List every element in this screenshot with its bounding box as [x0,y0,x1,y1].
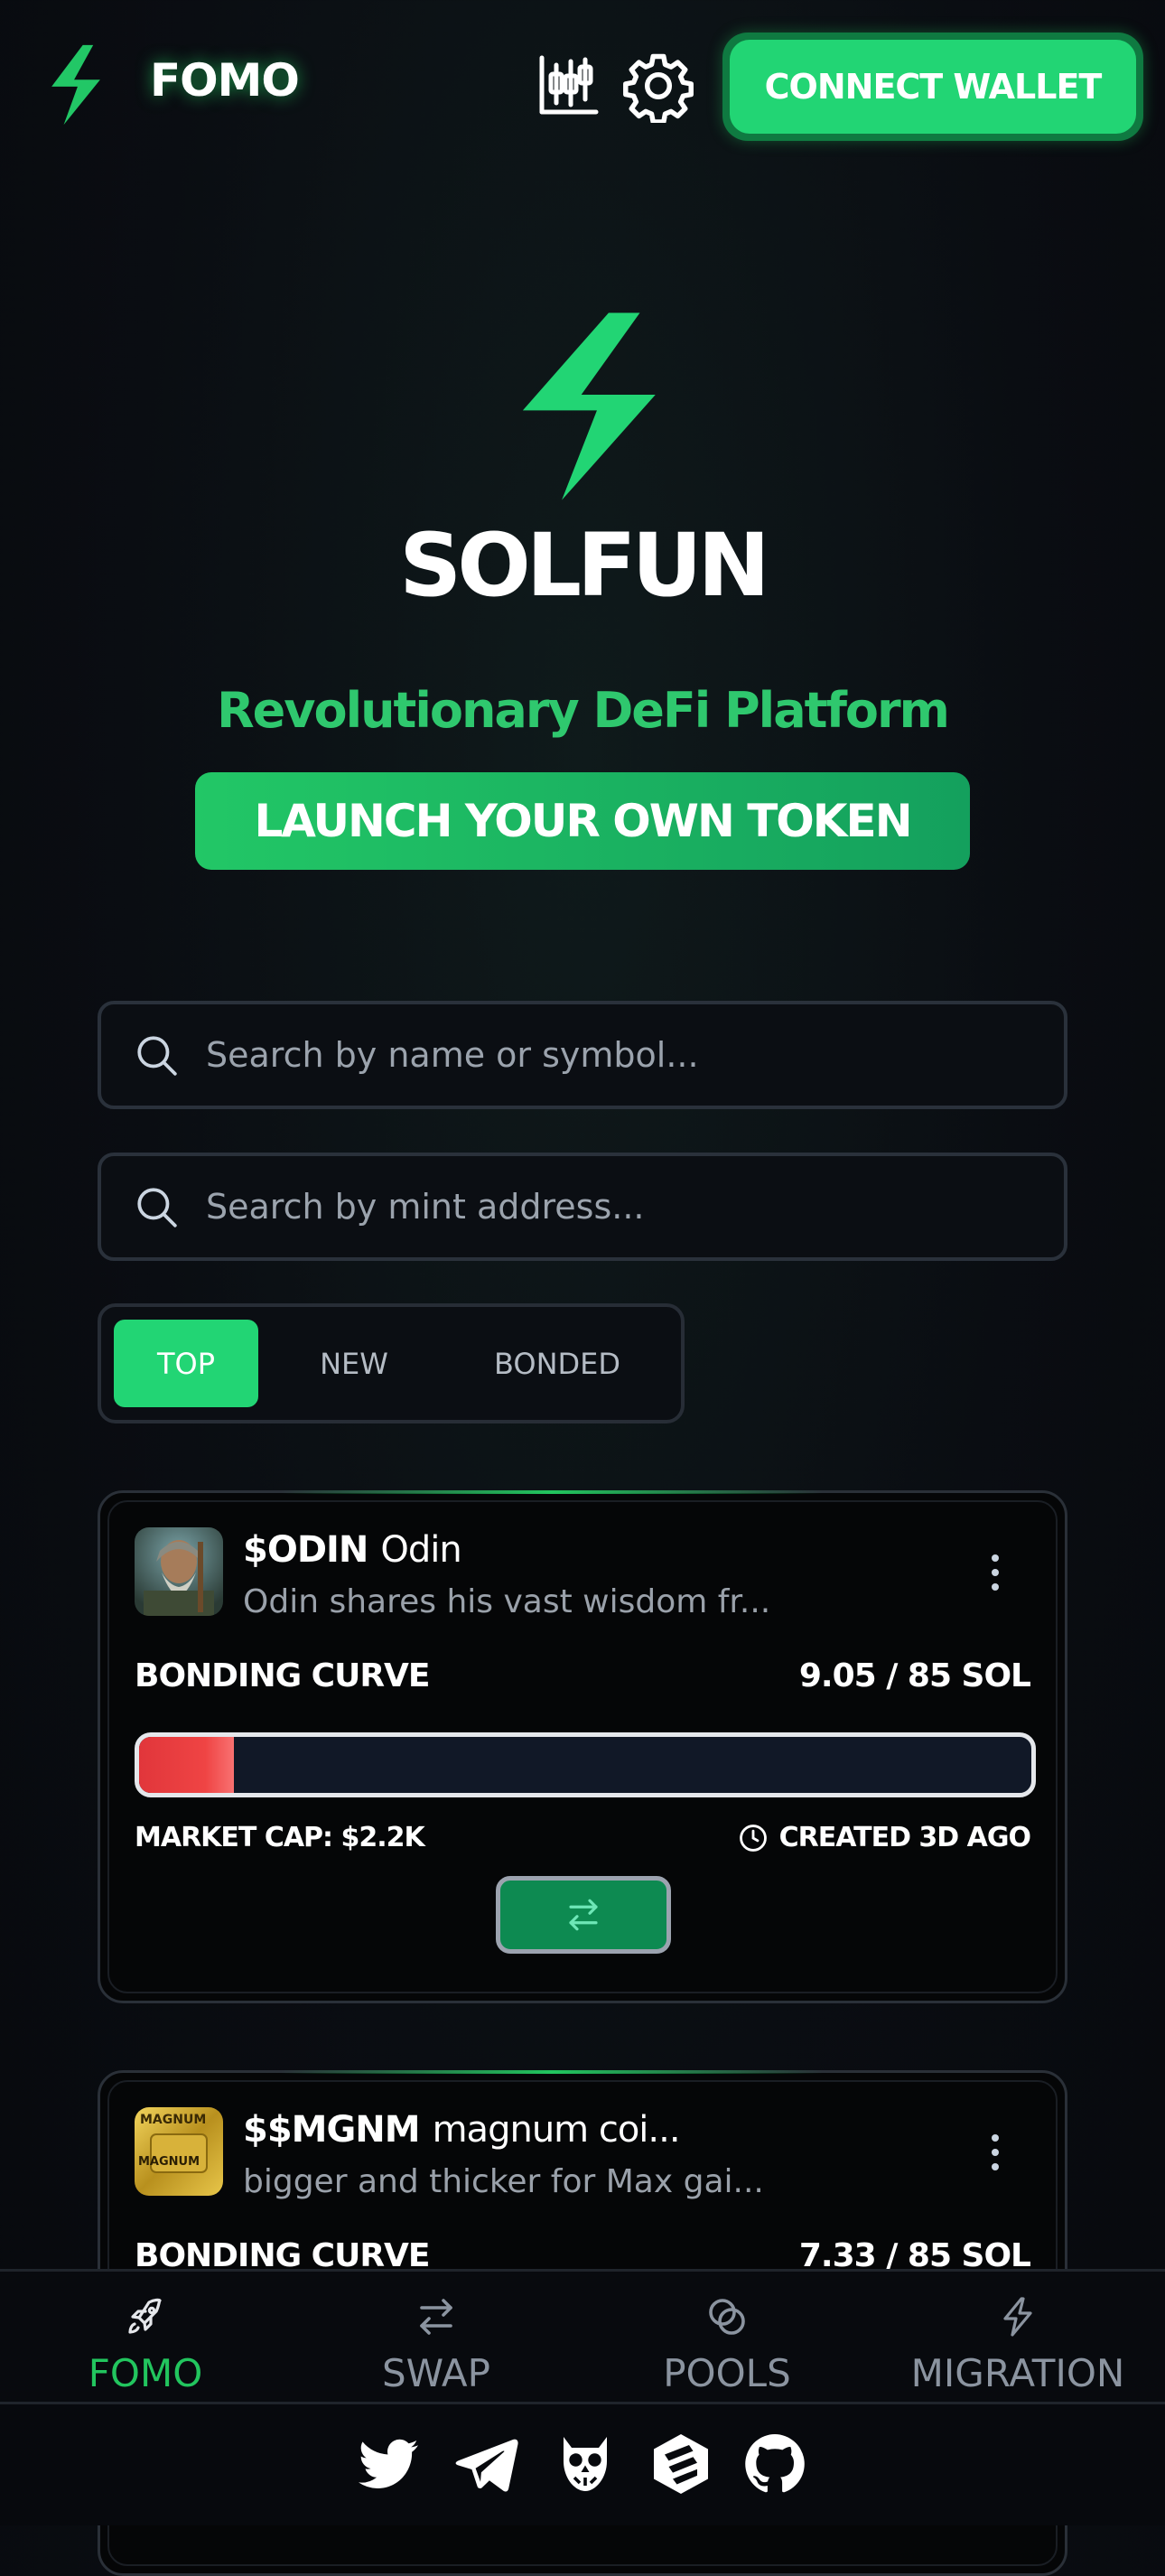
nav-item-fomo[interactable]: FOMO [0,2272,291,2407]
telegram-icon[interactable] [453,2431,518,2497]
bonding-progress-bar [135,1732,1036,1797]
brand-name[interactable]: FOMO [150,54,300,107]
swap-button[interactable] [496,1876,671,1954]
token-avatar [135,1527,223,1616]
clock-icon [739,1824,767,1852]
search-icon [137,1036,177,1076]
nav-label: SWAP [382,2351,490,2395]
social-footer [0,2404,1165,2525]
connect-wallet-button[interactable]: CONNECT WALLET [722,33,1143,141]
nav-item-migration[interactable]: MIGRATION [872,2272,1163,2407]
search-name-placeholder: Search by name or symbol... [206,1035,699,1075]
owl-icon[interactable] [553,2431,618,2497]
more-options-icon[interactable] [989,2133,1002,2172]
token-symbol: $$MGNM magnum coi... [243,2109,681,2151]
market-cap: MARKET CAP: $2.2K [135,1822,425,1853]
chart-icon[interactable] [536,52,601,117]
token-name: magnum coi... [432,2109,681,2151]
token-name: Odin [380,1529,461,1571]
svg-text:MAGNUM: MAGNUM [138,2155,200,2169]
tab-new[interactable]: NEW [273,1320,435,1407]
bolt-logo-icon[interactable] [33,42,119,128]
tab-bonded[interactable]: BONDED [444,1320,670,1407]
bolt-icon [1003,2297,1032,2337]
search-name-input[interactable]: Search by name or symbol... [98,1001,1067,1109]
nav-label: POOLS [663,2351,791,2395]
filter-tabs: TOP NEW BONDED [98,1303,685,1423]
hero-tagline: Revolutionary DeFi Platform [217,682,950,739]
solfun-bolt-logo-icon [522,313,656,500]
nav-item-swap[interactable]: SWAP [291,2272,582,2407]
rocket-icon [128,2298,162,2334]
pools-icon [709,2299,745,2335]
token-avatar: MAGNUM MAGNUM [135,2107,223,2196]
twitter-icon[interactable] [356,2431,421,2497]
bonding-curve-label: BONDING CURVE [135,1657,430,1694]
swap-arrows-icon [569,1899,598,1931]
bonding-curve-value: 9.05 / 85 SOL [798,1657,1031,1694]
svg-text:MAGNUM: MAGNUM [140,2113,206,2127]
token-description: bigger and thicker for Max gai... [243,2163,764,2200]
connect-wallet-label: CONNECT WALLET [730,40,1136,134]
nav-label: MIGRATION [910,2351,1125,2395]
more-options-icon[interactable] [989,1553,1002,1592]
app-header: FOMO CONNECT WALLET [0,0,1165,172]
dex-icon[interactable] [648,2431,713,2497]
swap-arrows-icon [420,2299,452,2335]
tab-top[interactable]: TOP [114,1320,258,1407]
token-description: Odin shares his vast wisdom fr... [243,1583,771,1620]
gear-icon[interactable] [621,49,695,123]
bottom-nav: FOMO SWAP POOLS MIGRATION [0,2269,1165,2404]
search-mint-input[interactable]: Search by mint address... [98,1153,1067,1261]
nav-item-pools[interactable]: POOLS [582,2272,872,2407]
nav-label: FOMO [88,2351,203,2395]
github-icon[interactable] [742,2431,807,2497]
token-card[interactable]: $ODIN Odin Odin shares his vast wisdom fr… [98,1490,1067,2003]
created-time: CREATED 3D AGO [738,1822,1031,1853]
search-mint-placeholder: Search by mint address... [206,1187,645,1227]
token-symbol: $ODIN Odin [243,1529,462,1571]
search-icon [137,1188,177,1227]
launch-token-button[interactable]: LAUNCH YOUR OWN TOKEN [195,772,970,870]
bonding-progress-fill [139,1737,234,1793]
hero-title: SOLFUN [399,515,770,616]
